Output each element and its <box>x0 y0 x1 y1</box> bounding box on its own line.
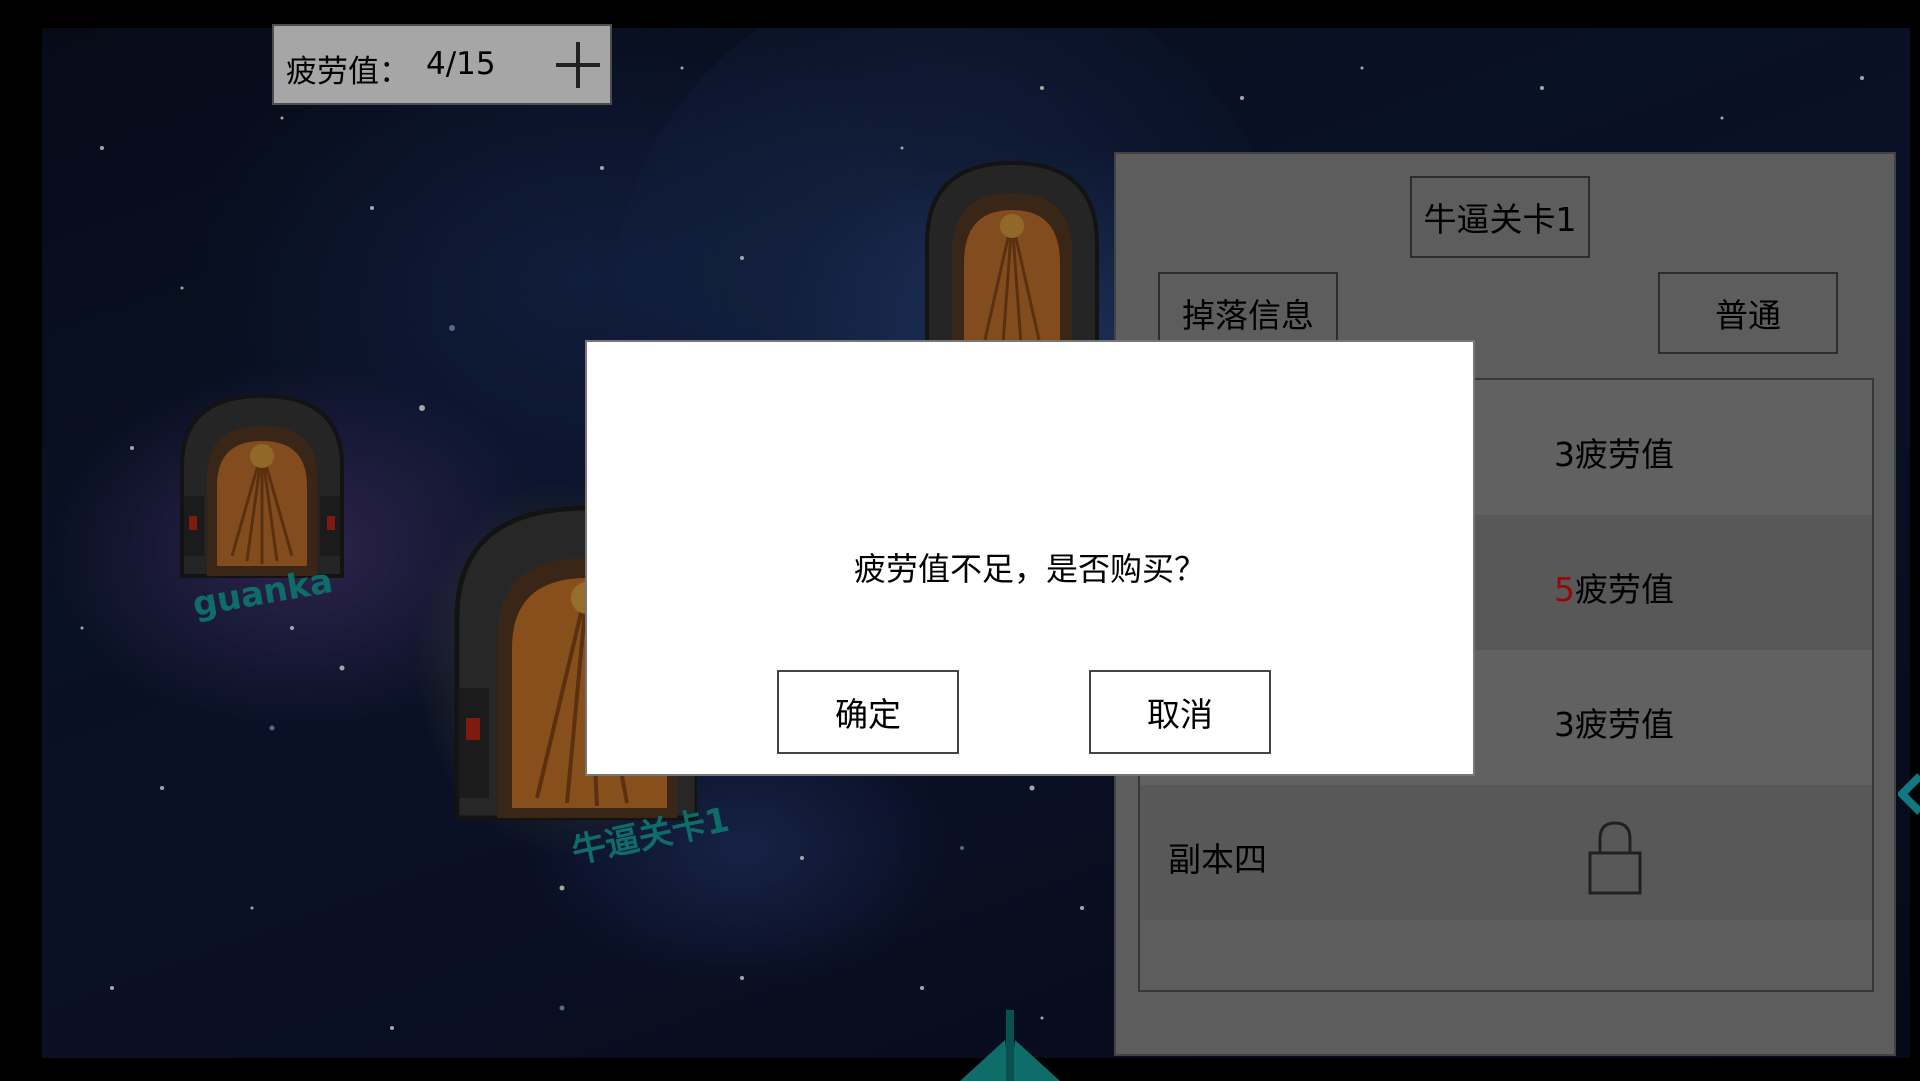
dialog-message: 疲劳值不足，是否购买？ <box>853 550 1206 588</box>
confirm-button[interactable]: 确定 <box>777 670 959 754</box>
purchase-dialog: 疲劳值不足，是否购买？ 确定 取消 <box>585 340 1475 776</box>
cancel-button[interactable]: 取消 <box>1089 670 1271 754</box>
